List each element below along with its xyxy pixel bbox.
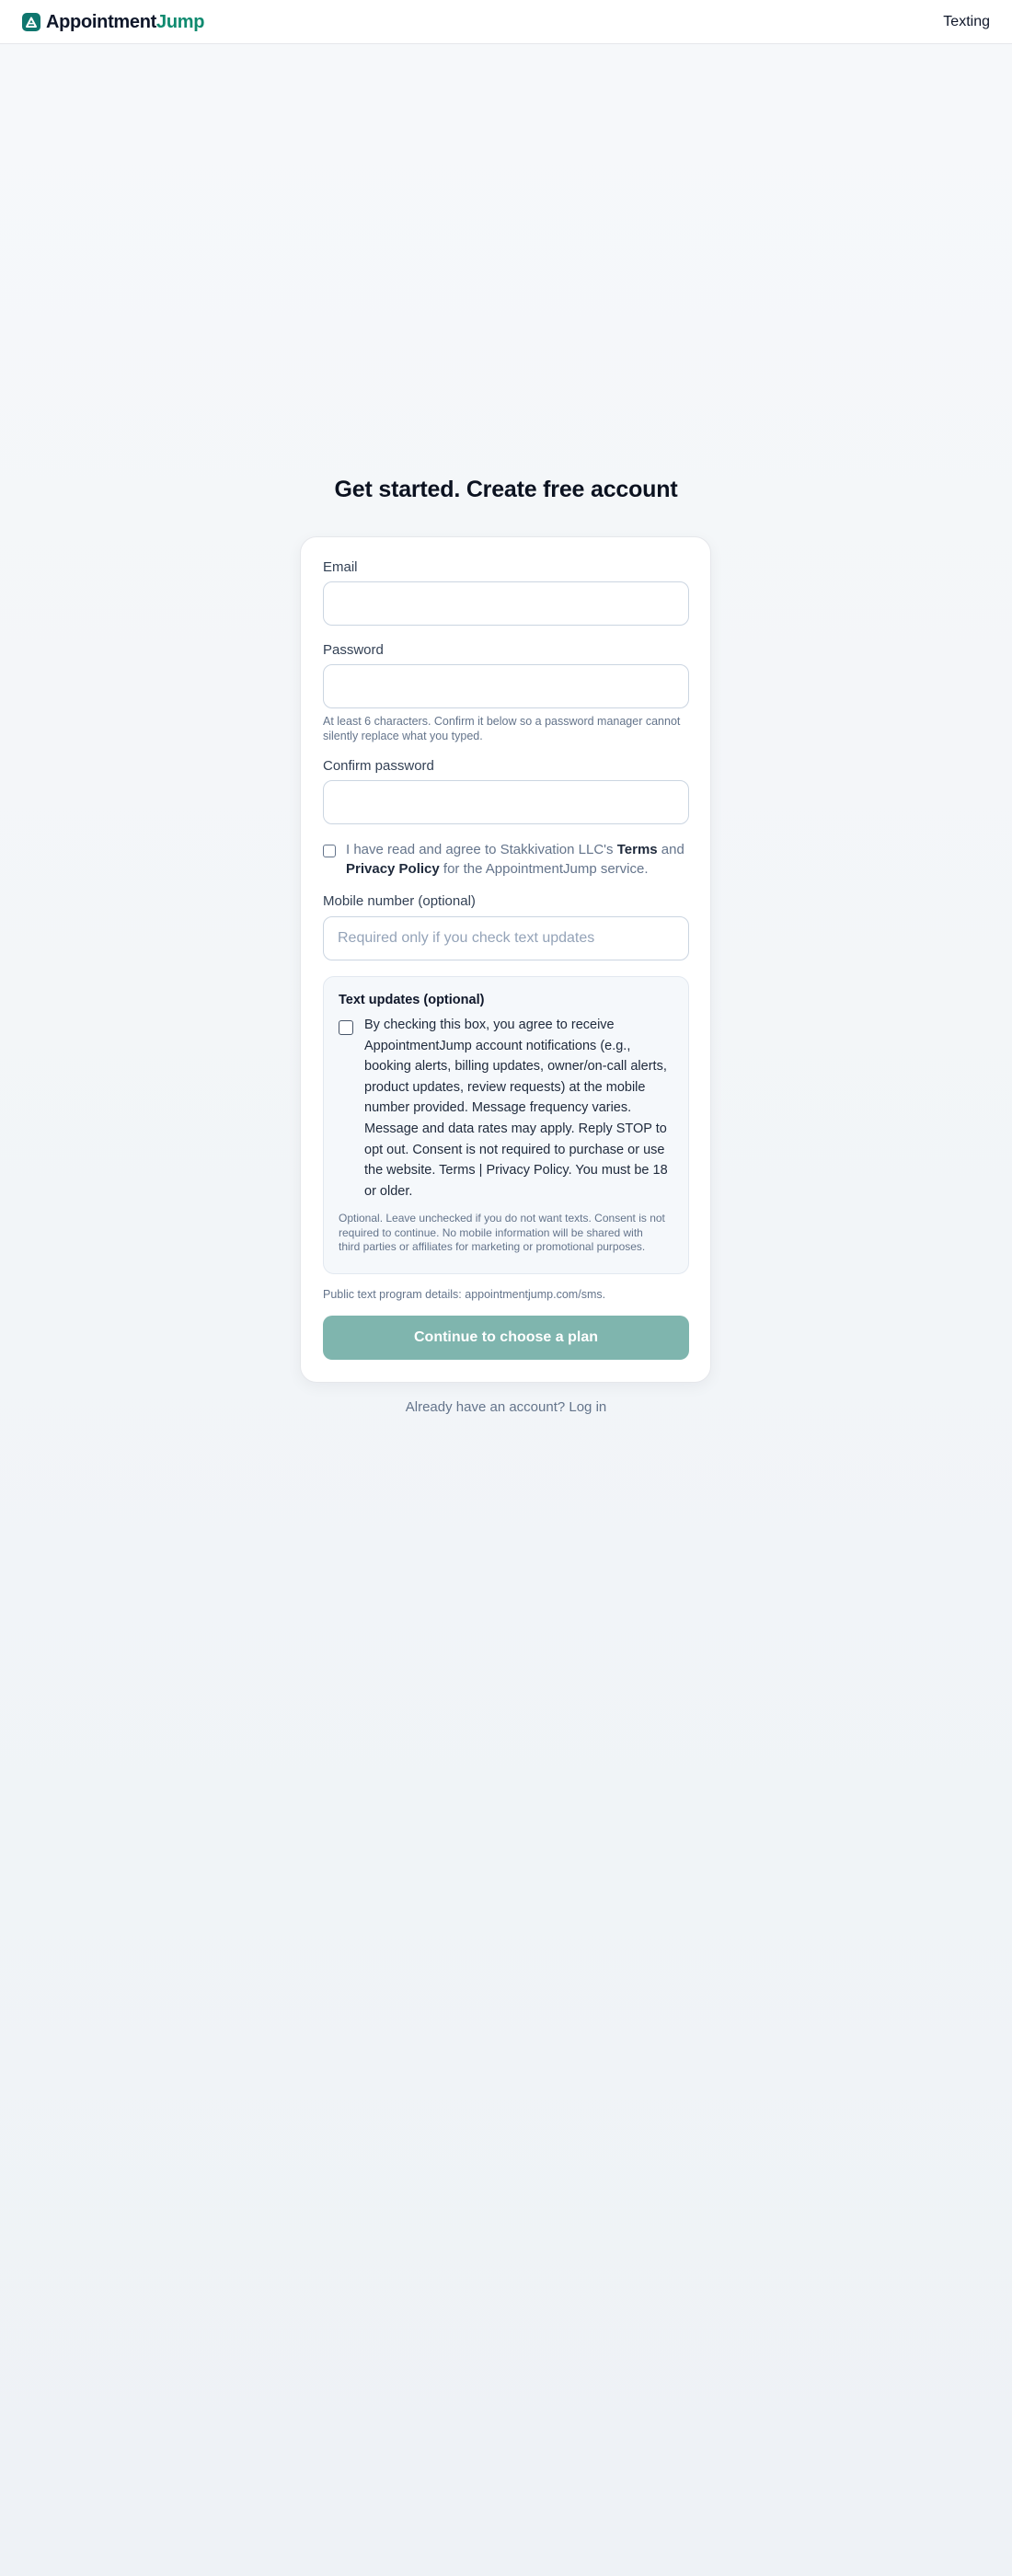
agree-prefix: I have read and agree to Stakkivation LL… xyxy=(346,842,617,857)
confirm-password-label: Confirm password xyxy=(323,758,434,774)
program-details-text: Public text program details: appointment… xyxy=(323,1288,606,1301)
confirm-password-input[interactable] xyxy=(323,780,689,824)
signup-card: Email Password At least 6 characters. Co… xyxy=(300,536,711,1383)
brand-name-part1: Appointment xyxy=(46,12,157,32)
password-input[interactable] xyxy=(323,664,689,708)
text-updates-note: Optional. Leave unchecked if you do not … xyxy=(339,1212,665,1253)
password-help-text: At least 6 characters. Confirm it below … xyxy=(323,715,681,742)
brand-logo[interactable]: AppointmentJump xyxy=(22,12,204,32)
privacy-policy-link[interactable]: Privacy Policy xyxy=(346,861,440,877)
brand-name-part2: Jump xyxy=(156,12,205,32)
email-label: Email xyxy=(323,559,358,575)
mobile-number-label: Mobile number (optional) xyxy=(323,893,476,909)
login-link[interactable]: Already have an account? Log in xyxy=(0,1399,1012,1415)
nav-link-texting[interactable]: Texting xyxy=(943,14,990,30)
email-input[interactable] xyxy=(323,581,689,626)
page-title: Get started. Create free account xyxy=(334,477,678,502)
agree-terms-checkbox[interactable] xyxy=(323,845,336,857)
text-updates-checkbox[interactable] xyxy=(339,1020,353,1035)
continue-button[interactable]: Continue to choose a plan xyxy=(323,1316,689,1360)
mountain-logo-icon xyxy=(22,13,40,31)
text-updates-panel: Text updates (optional) By checking this… xyxy=(323,976,689,1274)
terms-link[interactable]: Terms xyxy=(617,842,658,857)
top-header: AppointmentJump Texting xyxy=(0,0,1012,44)
text-updates-consent: By checking this box, you agree to recei… xyxy=(364,1018,668,1199)
agree-terms-text: I have read and agree to Stakkivation LL… xyxy=(346,840,686,879)
mobile-number-input[interactable] xyxy=(323,916,689,960)
password-label: Password xyxy=(323,642,384,658)
brand-name: AppointmentJump xyxy=(46,12,204,32)
agree-suffix: for the AppointmentJump service. xyxy=(439,861,649,877)
text-updates-title: Text updates (optional) xyxy=(339,993,485,1007)
agree-and: and xyxy=(657,842,684,857)
